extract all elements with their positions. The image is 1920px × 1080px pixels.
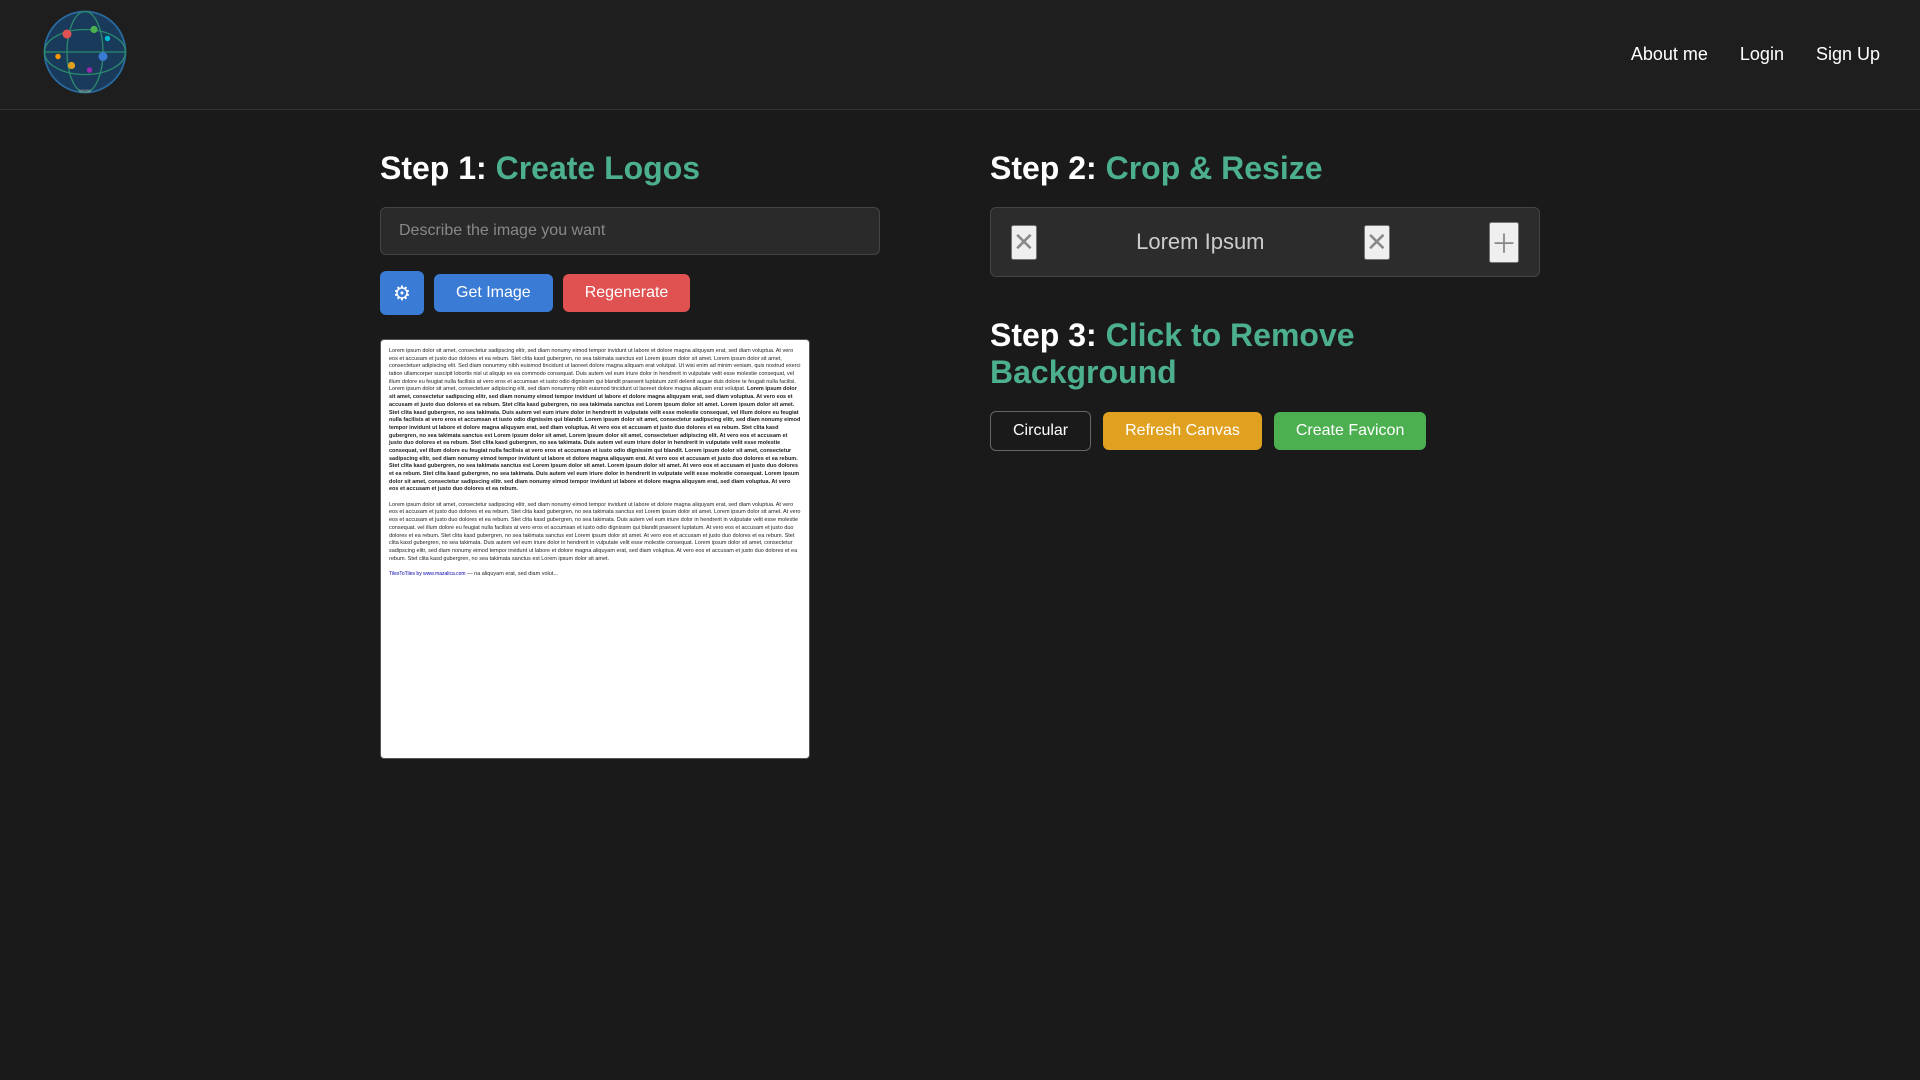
step1-heading: Step 1: Create Logos	[380, 150, 930, 187]
gear-settings-button[interactable]: ⚙	[380, 271, 424, 315]
step3-heading: Step 3: Click to Remove Background	[990, 317, 1540, 391]
step1-title: Create Logos	[496, 150, 700, 186]
crop-add-button[interactable]: ＋	[1489, 222, 1519, 263]
lorem-text-content: Lorem ipsum dolor sit amet, consectetur …	[381, 340, 809, 758]
navbar: www About me Login Sign Up	[0, 0, 1920, 110]
right-column: Step 2: Crop & Resize ✕ Lorem Ipsum ✕ ＋ …	[990, 150, 1540, 759]
nav-login[interactable]: Login	[1740, 44, 1784, 65]
step3-buttons-row: Circular Refresh Canvas Create Favicon	[990, 411, 1540, 451]
crop-remove-left-button[interactable]: ✕	[1011, 225, 1037, 260]
step2-title: Crop & Resize	[1106, 150, 1323, 186]
circular-button[interactable]: Circular	[990, 411, 1091, 451]
nav-links: About me Login Sign Up	[1631, 44, 1880, 65]
get-image-button[interactable]: Get Image	[434, 274, 553, 312]
step1-prefix: Step 1:	[380, 150, 496, 186]
nav-signup[interactable]: Sign Up	[1816, 44, 1880, 65]
globe-logo: www	[40, 7, 130, 97]
crop-label-text: Lorem Ipsum	[1136, 229, 1264, 255]
refresh-canvas-button[interactable]: Refresh Canvas	[1103, 412, 1262, 450]
action-buttons-row: ⚙ Get Image Regenerate	[380, 271, 930, 315]
crop-resize-box: ✕ Lorem Ipsum ✕ ＋	[990, 207, 1540, 277]
svg-text:www: www	[78, 89, 91, 95]
step2-heading: Step 2: Crop & Resize	[990, 150, 1540, 187]
lorem-text: Lorem ipsum dolor sit amet, consectetur …	[389, 348, 801, 392]
nav-about-me[interactable]: About me	[1631, 44, 1708, 65]
main-content: Step 1: Create Logos ⚙ Get Image Regener…	[360, 110, 1560, 799]
create-favicon-button[interactable]: Create Favicon	[1274, 412, 1427, 450]
step3-prefix: Step 3:	[990, 317, 1106, 353]
regenerate-button[interactable]: Regenerate	[563, 274, 691, 312]
generated-image-canvas: Lorem ipsum dolor sit amet, consectetur …	[380, 339, 810, 759]
step2-prefix: Step 2:	[990, 150, 1106, 186]
describe-image-input[interactable]	[380, 207, 880, 255]
left-column: Step 1: Create Logos ⚙ Get Image Regener…	[380, 150, 930, 759]
nav-logo-container: www	[40, 7, 130, 102]
gear-icon: ⚙	[393, 281, 411, 306]
crop-remove-right-button[interactable]: ✕	[1364, 225, 1390, 260]
